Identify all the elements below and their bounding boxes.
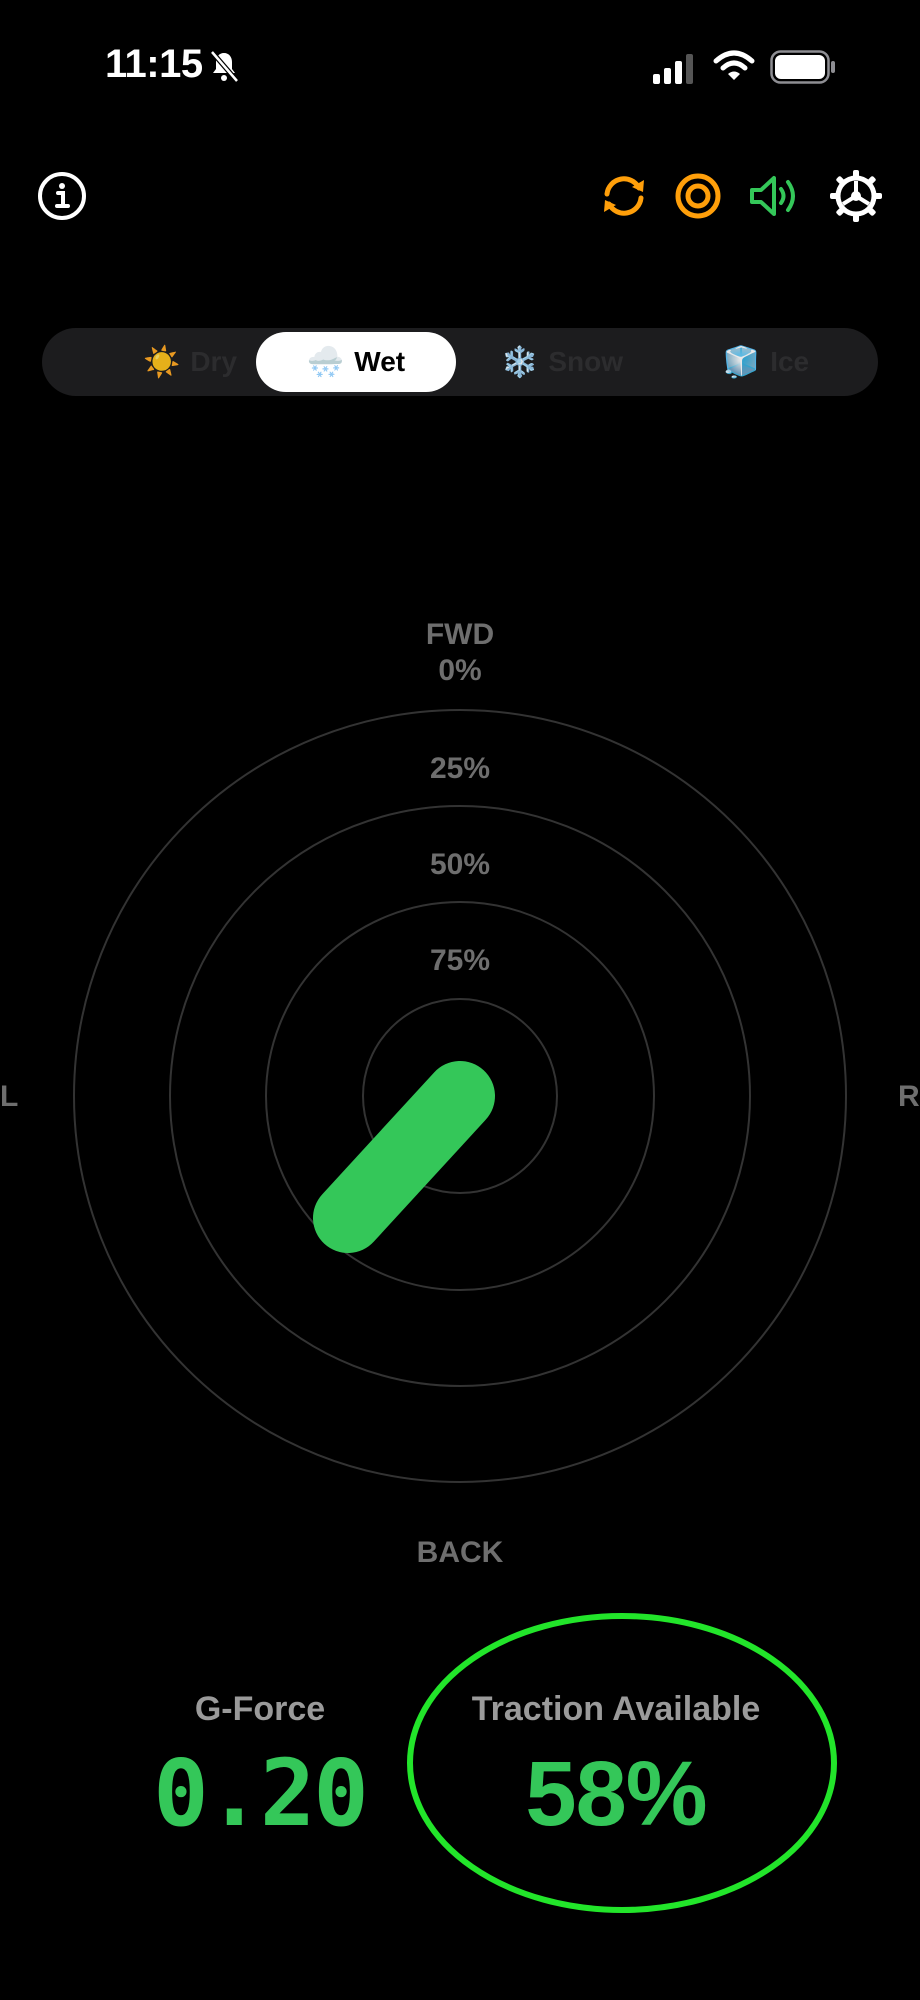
ring-75-label: 75% <box>429 944 491 977</box>
ring-50-label: 50% <box>429 848 491 881</box>
traction-value: 58% <box>525 1743 707 1845</box>
left-label: L <box>0 1080 19 1113</box>
right-label: R <box>898 1080 920 1113</box>
traction-title: Traction Available <box>471 1690 761 1728</box>
app-screen: 11:15 ☀️ Dry 🌨️ Wet ❄️ Snow 🧊 Ice FWD 0%… <box>0 0 920 2000</box>
gforce-title: G-Force <box>194 1690 326 1728</box>
ring-25-label: 25% <box>429 752 491 785</box>
gforce-value: 0.20 <box>153 1740 369 1847</box>
fwd-label: FWD <box>425 618 495 651</box>
outer-ring-label: 0% <box>438 654 482 687</box>
back-label: BACK <box>416 1536 504 1569</box>
